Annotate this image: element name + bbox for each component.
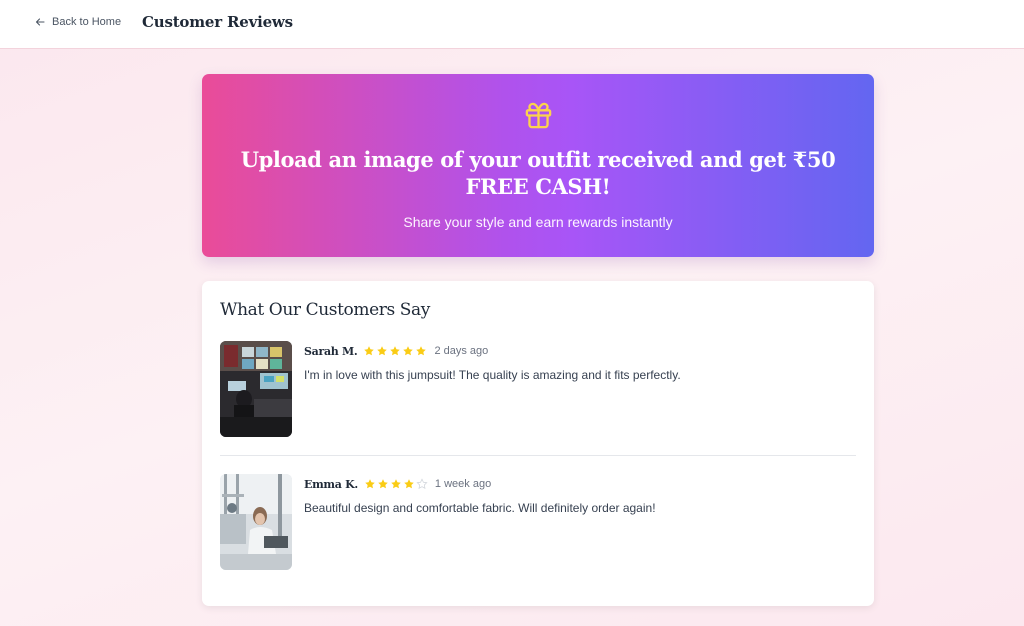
review-text: I'm in love with this jumpsuit! The qual… xyxy=(304,368,681,382)
star-filled-icon xyxy=(416,346,427,356)
back-to-home-label: Back to Home xyxy=(52,16,122,28)
review-time: 1 week ago xyxy=(434,478,492,490)
promo-subtext: Share your style and earn rewards instan… xyxy=(403,214,673,230)
gift-icon xyxy=(525,102,552,129)
review-item: Emma K. 1 week ago Beautiful design and … xyxy=(220,474,856,574)
star-filled-icon xyxy=(377,346,388,356)
review-photo[interactable] xyxy=(220,341,292,437)
star-rating xyxy=(364,478,429,490)
arrow-left-icon xyxy=(35,18,45,26)
review-photo-image xyxy=(220,341,292,437)
reviewer-name: Emma K. xyxy=(304,477,358,491)
star-filled-icon xyxy=(404,479,414,489)
review-time: 2 days ago xyxy=(434,345,489,357)
star-filled-icon xyxy=(390,346,401,356)
star-filled-icon xyxy=(378,479,388,489)
back-to-home-link[interactable]: Back to Home xyxy=(35,16,121,28)
reviews-card: What Our Customers Say Sarah M. 2 days a… xyxy=(202,281,874,606)
promo-banner: Upload an image of your outfit received … xyxy=(202,74,874,257)
review-text: Beautiful design and comfortable fabric.… xyxy=(304,501,656,515)
reviews-section-title: What Our Customers Say xyxy=(220,300,430,320)
review-item: Sarah M. 2 days ago I'm in love with thi… xyxy=(220,341,856,456)
star-filled-icon xyxy=(403,346,414,356)
page-title: Customer Reviews xyxy=(142,13,293,31)
top-nav-bar: Back to Home Customer Reviews xyxy=(0,0,1024,49)
promo-headline: Upload an image of your outfit received … xyxy=(240,147,836,199)
reviewer-name: Sarah M. xyxy=(304,344,358,358)
star-filled-icon xyxy=(364,346,375,356)
review-photo[interactable] xyxy=(220,474,292,570)
star-filled-icon xyxy=(365,479,375,489)
review-photo-image xyxy=(220,474,292,570)
star-rating xyxy=(363,345,428,357)
star-filled-icon xyxy=(391,479,401,489)
star-empty-icon xyxy=(416,478,428,489)
